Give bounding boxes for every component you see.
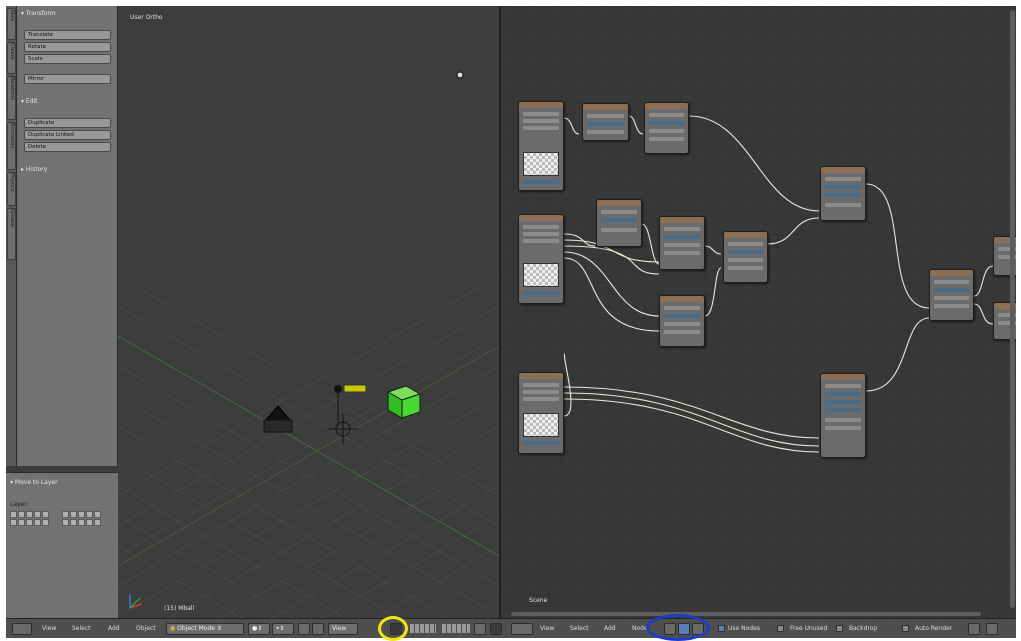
floor-grid bbox=[118, 275, 499, 618]
move-to-layer-header[interactable]: ▾ Move to Layer bbox=[10, 479, 58, 486]
backdrop-checkbox[interactable] bbox=[836, 625, 843, 632]
layers-grid-icon[interactable] bbox=[410, 624, 470, 636]
mix-node-4[interactable] bbox=[659, 295, 705, 347]
empty-axes-icon bbox=[328, 414, 358, 444]
duplicate-linked-button[interactable]: Duplicate Linked bbox=[24, 130, 111, 140]
tab-grease-pencil[interactable]: Grease bbox=[7, 208, 16, 260]
camera-icon[interactable] bbox=[263, 405, 293, 433]
menu-view[interactable]: View bbox=[42, 623, 56, 635]
tab-relations[interactable]: Relations bbox=[7, 76, 16, 120]
glossy-bsdf-node[interactable] bbox=[820, 373, 866, 458]
menu-object[interactable]: Object bbox=[136, 623, 156, 635]
image-texture-node[interactable] bbox=[518, 101, 564, 191]
auto-render-checkbox[interactable] bbox=[902, 625, 909, 632]
snap-toggle-icon[interactable] bbox=[968, 623, 980, 635]
active-object-label: (15) Mball bbox=[164, 605, 195, 612]
rotate-button[interactable]: Rotate bbox=[24, 42, 111, 52]
auto-render-label: Auto Render bbox=[915, 625, 953, 632]
edit-panel-header[interactable]: ▾ Edit bbox=[21, 98, 38, 105]
toolshelf-tab-strip: Tools Create Relations Animation Physics… bbox=[6, 6, 17, 466]
axes-gizmo-icon bbox=[129, 594, 143, 609]
mix-node-2[interactable] bbox=[659, 216, 705, 270]
free-unused-label: Free Unused bbox=[790, 625, 828, 632]
mapping-node[interactable] bbox=[582, 103, 629, 141]
scale-button[interactable]: Scale bbox=[24, 54, 111, 64]
manipulator-toggle[interactable] bbox=[298, 623, 310, 635]
cube-icon[interactable] bbox=[386, 385, 422, 419]
history-panel-header[interactable]: ▸ History bbox=[21, 166, 47, 173]
node-editor-vertical-scrollbar[interactable] bbox=[1010, 10, 1015, 608]
node-menu-view[interactable]: View bbox=[540, 623, 554, 635]
y-axis-line bbox=[118, 345, 499, 567]
transform-panel-header[interactable]: ▾ Transform bbox=[21, 10, 56, 17]
render-preview-icon[interactable] bbox=[490, 623, 502, 635]
node-editor-horizontal-scrollbar[interactable] bbox=[511, 612, 981, 616]
editor-type-icon[interactable] bbox=[12, 623, 32, 635]
duplicate-button[interactable]: Duplicate bbox=[24, 118, 111, 128]
3d-view-editor: Tools Create Relations Animation Physics… bbox=[6, 6, 499, 618]
image-texture-node-3[interactable] bbox=[518, 372, 564, 454]
node-menu-add[interactable]: Add bbox=[604, 623, 616, 635]
header-bar: View Select Add Object ● Object Mode ⇕ ●… bbox=[6, 618, 1016, 638]
mode-dropdown[interactable]: ● Object Mode ⇕ bbox=[166, 623, 244, 635]
yellow-annotation-circle bbox=[378, 616, 408, 641]
use-nodes-checkbox[interactable] bbox=[718, 625, 725, 632]
viewport-orbit-icon[interactable] bbox=[456, 71, 464, 79]
blue-annotation-circle bbox=[646, 614, 710, 641]
layer-buttons-right[interactable] bbox=[62, 511, 101, 526]
blender-window: Tools Create Relations Animation Physics… bbox=[6, 6, 1016, 638]
chevron-down-icon: ⇕ bbox=[214, 625, 222, 632]
menu-add[interactable]: Add bbox=[108, 623, 120, 635]
snap-type-icon[interactable] bbox=[986, 623, 998, 635]
mirror-button[interactable]: Mirror bbox=[24, 74, 111, 84]
tool-shelf: ▾ Transform Translate Rotate Scale Mirro… bbox=[17, 6, 118, 466]
color-ramp-node[interactable] bbox=[596, 199, 642, 247]
mix-rgb-node[interactable] bbox=[644, 102, 689, 154]
menu-select[interactable]: Select bbox=[72, 623, 91, 635]
node-editor[interactable]: Scene bbox=[501, 6, 1016, 618]
lamp-icon[interactable] bbox=[334, 384, 367, 426]
mix-shader-node[interactable] bbox=[929, 269, 974, 321]
translate-button[interactable]: Translate bbox=[24, 30, 111, 40]
node-menu-select[interactable]: Select bbox=[570, 623, 589, 635]
viewport-scene bbox=[118, 71, 499, 618]
manipulator-type[interactable] bbox=[312, 623, 324, 635]
tab-physics[interactable]: Physics bbox=[7, 172, 16, 206]
view-title: User Ortho bbox=[130, 14, 163, 21]
node-editor-type-icon[interactable] bbox=[511, 623, 533, 635]
move-to-layer-panel: ▾ Move to Layer Layer: bbox=[6, 472, 118, 618]
mode-label: Object Mode bbox=[177, 625, 215, 632]
view-button[interactable]: View bbox=[328, 623, 358, 635]
viewport-shading-dropdown[interactable]: ●⇕ bbox=[248, 623, 270, 635]
use-nodes-label: Use Nodes bbox=[728, 625, 760, 632]
layer-label: Layer: bbox=[10, 501, 29, 508]
layer-buttons-left[interactable] bbox=[10, 511, 49, 526]
image-texture-node-2[interactable] bbox=[518, 214, 564, 304]
mix-node-3[interactable] bbox=[723, 231, 768, 283]
lock-layers-icon[interactable] bbox=[474, 623, 486, 635]
tab-animation[interactable]: Animation bbox=[7, 122, 16, 170]
free-unused-checkbox[interactable] bbox=[777, 625, 784, 632]
delete-button[interactable]: Delete bbox=[24, 142, 111, 152]
tab-create[interactable]: Create bbox=[7, 42, 16, 74]
scene-label: Scene bbox=[529, 597, 548, 604]
pivot-point-dropdown[interactable]: ⌖⇕ bbox=[272, 623, 294, 635]
backdrop-label: Backdrop bbox=[849, 625, 878, 632]
tab-tools[interactable]: Tools bbox=[7, 8, 16, 40]
diffuse-bsdf-node[interactable] bbox=[820, 166, 866, 221]
3d-viewport[interactable]: User Ortho (15) Mball bbox=[118, 6, 499, 618]
